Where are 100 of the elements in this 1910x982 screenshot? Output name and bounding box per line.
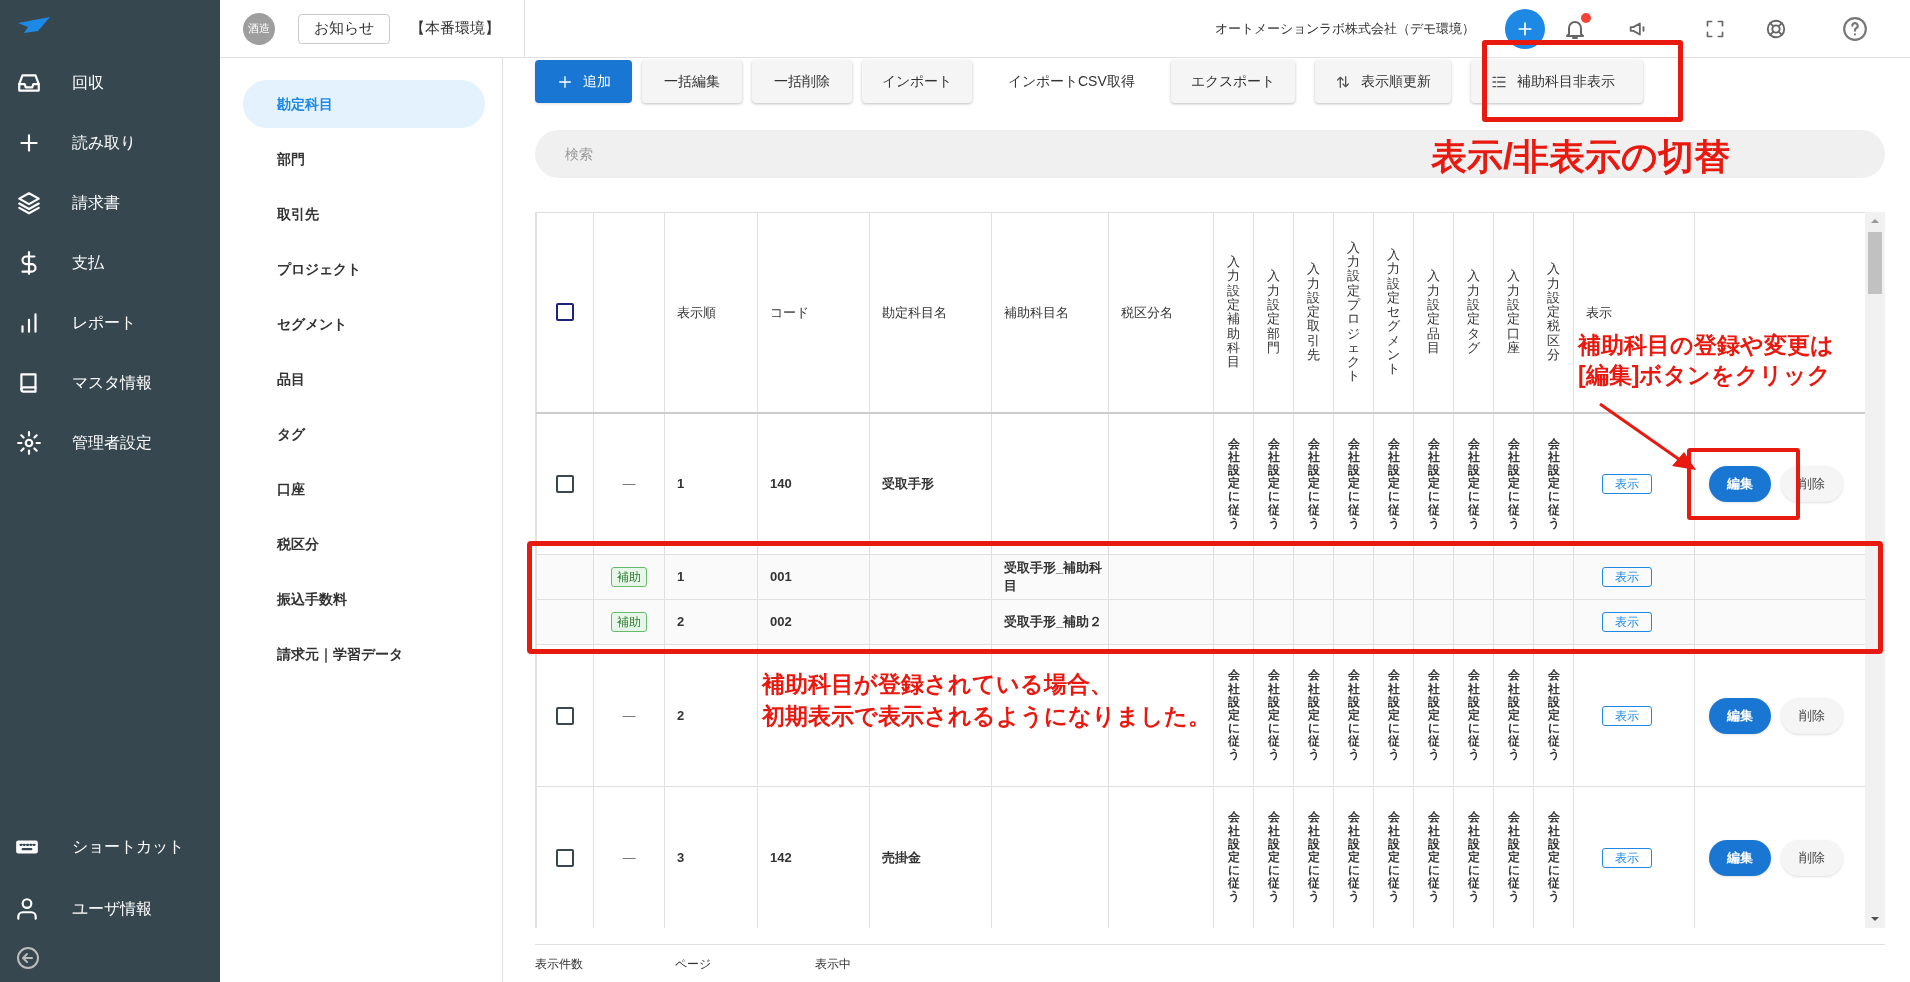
logo-icon[interactable]	[16, 17, 50, 33]
table-cell: 会社設定に従う	[1547, 669, 1560, 762]
annotation-text: 表示/非表示の切替	[1431, 136, 1730, 178]
checkbox[interactable]	[556, 303, 574, 322]
toolbar-button[interactable]: 表示順更新	[1314, 60, 1451, 103]
column-header: 表示順	[664, 212, 758, 413]
environment-label: 【本番環境】	[410, 18, 500, 39]
column-header: 入力設定補助科目	[1227, 255, 1240, 370]
subnav-item[interactable]: 品目	[243, 355, 485, 403]
toolbar-button[interactable]: 一括削除	[752, 60, 852, 103]
toolbar-button[interactable]: 追加	[535, 60, 632, 103]
nav-item[interactable]: 支払	[0, 233, 220, 293]
nav-item[interactable]: ショートカット	[0, 816, 220, 878]
subnav-item[interactable]: タグ	[243, 410, 485, 458]
nav-item[interactable]: 読み取り	[0, 113, 220, 173]
table-cell: 会社設定に従う	[1347, 437, 1360, 530]
table-cell: 会社設定に従う	[1347, 811, 1360, 904]
subnav-item[interactable]: 請求元｜学習データ	[243, 630, 485, 678]
edit-button[interactable]: 編集	[1709, 465, 1771, 502]
table-cell: 2	[664, 599, 758, 645]
annotation-text: 補助科目の登録や変更は	[1578, 331, 1834, 360]
table-cell: —	[593, 412, 665, 555]
toolbar-button[interactable]: エクスポート	[1170, 60, 1295, 103]
checkbox[interactable]	[556, 474, 574, 493]
nav-item[interactable]: 請求書	[0, 173, 220, 233]
column-header: 入力設定セグメント	[1387, 247, 1400, 377]
table-cell: 会社設定に従う	[1307, 437, 1320, 530]
table-cell: 会社設定に従う	[1547, 437, 1560, 530]
fullscreen-icon[interactable]	[1705, 18, 1725, 39]
subnav-item[interactable]: 取引先	[243, 190, 485, 238]
table-cell: 会社設定に従う	[1387, 669, 1400, 762]
table-cell: 会社設定に従う	[1267, 437, 1280, 530]
nav-item[interactable]: レポート	[0, 293, 220, 353]
table-cell: 会社設定に従う	[1427, 669, 1440, 762]
table-cell: 1	[664, 412, 758, 555]
subnav-item[interactable]: 口座	[243, 465, 485, 513]
table-cell: 1	[664, 554, 758, 600]
scrollbar[interactable]	[1865, 212, 1885, 928]
table-cell: 会社設定に従う	[1427, 811, 1440, 904]
nav-item[interactable]: 管理者設定	[0, 413, 220, 473]
column-header: コード	[757, 212, 870, 413]
table-cell: 会社設定に従う	[1547, 811, 1560, 904]
help-icon[interactable]	[1842, 15, 1868, 42]
footer-label: 表示中	[815, 956, 852, 973]
subnav-item[interactable]: 振込手数料	[243, 575, 485, 623]
column-header: 補助科目名	[991, 212, 1109, 413]
table-cell: 140	[757, 412, 870, 555]
table-cell: 会社設定に従う	[1227, 811, 1240, 904]
delete-button[interactable]: 削除	[1781, 839, 1843, 876]
delete-button[interactable]: 削除	[1781, 697, 1843, 734]
sort-icon	[1334, 73, 1351, 90]
table-cell: 会社設定に従う	[1467, 669, 1480, 762]
subnav-item[interactable]: セグメント	[243, 300, 485, 348]
nav-item[interactable]: 回収	[0, 53, 220, 113]
display-tag: 表示	[1602, 567, 1652, 587]
toolbar-button[interactable]: インポート	[862, 60, 972, 103]
scroll-down-icon[interactable]	[1870, 914, 1880, 924]
table-cell: 会社設定に従う	[1307, 811, 1320, 904]
table-cell: 会社設定に従う	[1307, 669, 1320, 762]
edit-button[interactable]: 編集	[1709, 697, 1771, 734]
plus-icon	[556, 73, 573, 90]
user-icon	[14, 896, 40, 922]
toolbar-button[interactable]: インポートCSV取得	[988, 60, 1155, 103]
column-header: 入力設定プロジェクト	[1347, 240, 1360, 384]
table-cell: 会社設定に従う	[1267, 811, 1280, 904]
table-cell: 会社設定に従う	[1427, 437, 1440, 530]
nav-item[interactable]: マスタ情報	[0, 353, 220, 413]
table-cell: 002	[757, 599, 870, 645]
table-cell: 会社設定に従う	[1467, 437, 1480, 530]
toolbar-button[interactable]: 一括編集	[642, 60, 742, 103]
checkbox[interactable]	[556, 848, 574, 867]
company-name: オートメーションラボ株式会社（デモ環境）	[1215, 19, 1475, 38]
footer-label: ページ	[675, 956, 712, 973]
edit-button[interactable]: 編集	[1709, 839, 1771, 876]
column-header: 入力設定部門	[1267, 269, 1280, 356]
scroll-thumb[interactable]	[1868, 232, 1882, 294]
toolbar-button[interactable]: 補助科目非表示	[1470, 60, 1643, 103]
table-cell: 会社設定に従う	[1467, 811, 1480, 904]
table-cell: 会社設定に従う	[1387, 811, 1400, 904]
column-header: 入力設定税区分	[1547, 262, 1560, 363]
checkbox[interactable]	[556, 706, 574, 725]
display-tag: 表示	[1602, 473, 1652, 494]
delete-button[interactable]: 削除	[1781, 465, 1843, 502]
column-header: 税区分名	[1108, 212, 1214, 413]
column-header: 入力設定タグ	[1467, 269, 1480, 356]
lifebuoy-icon[interactable]	[1765, 17, 1787, 40]
collapse-icon[interactable]	[16, 946, 40, 970]
table-cell: 会社設定に従う	[1227, 669, 1240, 762]
layers-icon	[16, 190, 42, 216]
footer-label: 表示件数	[535, 956, 584, 973]
annotation-text: 補助科目が登録されている場合、	[762, 670, 1114, 699]
subnav-item[interactable]: 税区分	[243, 520, 485, 568]
nav-item[interactable]: ユーザ情報	[0, 878, 220, 940]
table-cell: 会社設定に従う	[1507, 437, 1520, 530]
subnav-item[interactable]: プロジェクト	[243, 245, 485, 293]
column-header: 入力設定品目	[1427, 269, 1440, 356]
table-cell: 001	[757, 554, 870, 600]
notice-button[interactable]: お知らせ	[298, 13, 390, 44]
display-tag: 表示	[1602, 847, 1652, 868]
subnav-item[interactable]: 部門	[243, 135, 485, 183]
